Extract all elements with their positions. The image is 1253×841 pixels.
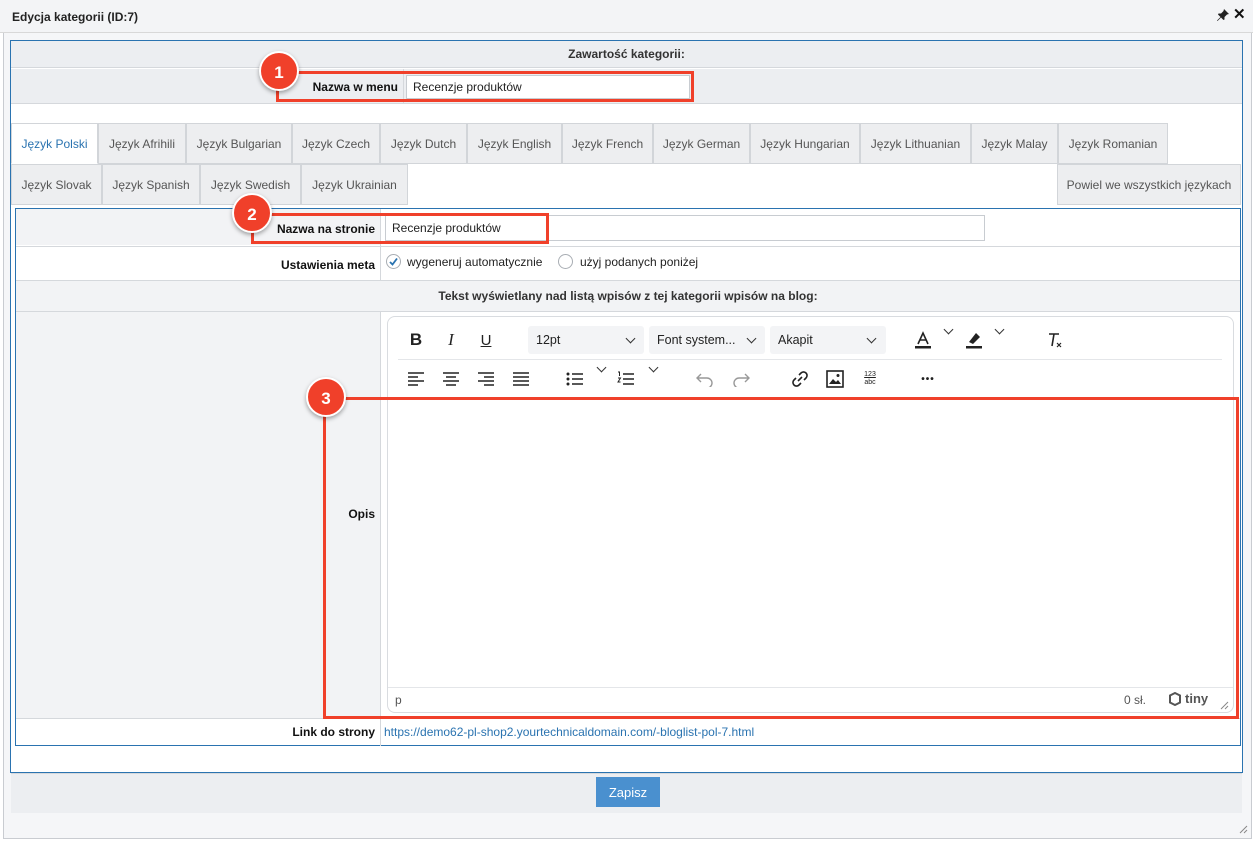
meta-manual-radio[interactable] [558, 254, 573, 269]
clear-formatting-icon [1049, 333, 1062, 348]
bold-icon: B [409, 330, 423, 349]
insert-link-button[interactable] [786, 366, 814, 392]
tab-jezyk-ukrainian[interactable]: Język Ukrainian [301, 164, 408, 205]
italic-button[interactable]: I [437, 327, 465, 353]
language-tabs: Język Polski Język Afrihili Język Bulgar… [11, 121, 1242, 205]
close-icon[interactable]: ✕ [1233, 7, 1246, 22]
redo-icon [733, 373, 750, 387]
annotation-badge-3: 3 [306, 377, 346, 417]
tab-jezyk-bulgarian[interactable]: Język Bulgarian [186, 123, 292, 164]
tab-jezyk-german[interactable]: Język German [653, 123, 750, 164]
section-header: Zawartość kategorii: [11, 41, 1242, 68]
dialog-resize-icon[interactable] [1238, 824, 1248, 834]
repeat-all-languages-tab[interactable]: Powiel we wszystkich językach [1057, 164, 1241, 205]
numbered-list-icon [617, 371, 634, 385]
numbered-list-button[interactable] [612, 366, 640, 392]
spellcheck-button[interactable]: 123 abc [856, 366, 884, 392]
meta-auto-label: wygeneruj automatycznie [407, 255, 543, 269]
tab-jezyk-lithuanian[interactable]: Język Lithuanian [860, 123, 971, 164]
annotation-box-2 [251, 213, 549, 244]
font-size-value: 12pt [536, 333, 561, 347]
bullet-list-button[interactable] [561, 366, 589, 392]
page-link[interactable]: https://demo62-pl-shop2.yourtechnicaldom… [384, 725, 754, 739]
page-link-label: Link do strony [292, 725, 375, 739]
spellcheck-icon-top: 123 [864, 371, 876, 378]
more-button[interactable]: ••• [914, 366, 942, 392]
font-family-value: Font system... [657, 333, 736, 347]
annotation-badge-1: 1 [259, 51, 299, 91]
justify-icon [513, 372, 529, 386]
dialog-title: Edycja kategorii (ID:7) [12, 10, 139, 24]
description-header: Tekst wyświetlany nad listą wpisów z tej… [438, 289, 818, 303]
text-color-icon [915, 331, 931, 349]
image-icon [826, 370, 844, 388]
redo-button[interactable] [727, 366, 755, 392]
block-format-value: Akapit [778, 333, 813, 347]
align-center-button[interactable] [437, 366, 465, 392]
tab-jezyk-afrihili[interactable]: Język Afrihili [98, 123, 186, 164]
bold-button[interactable]: B [402, 327, 430, 353]
align-left-button[interactable] [402, 366, 430, 392]
tab-jezyk-dutch[interactable]: Język Dutch [380, 123, 467, 164]
align-left-icon [408, 372, 424, 386]
highlight-color-button[interactable] [960, 327, 988, 353]
save-button[interactable]: Zapisz [596, 777, 660, 807]
tab-jezyk-czech[interactable]: Język Czech [292, 123, 380, 164]
clear-formatting-button[interactable] [1040, 327, 1068, 353]
meta-manual-label: użyj podanych poniżej [580, 255, 699, 269]
tab-jezyk-spanish[interactable]: Język Spanish [102, 164, 200, 205]
tab-jezyk-slovak[interactable]: Język Slovak [11, 164, 102, 205]
underline-icon: U [480, 331, 492, 349]
underline-button[interactable]: U [472, 327, 500, 353]
annotation-box-1 [276, 71, 694, 102]
insert-image-button[interactable] [821, 366, 849, 392]
spellcheck-icon-bottom: abc [864, 379, 876, 386]
align-right-button[interactable] [472, 366, 500, 392]
annotation-box-3 [323, 397, 1239, 719]
justify-button[interactable] [507, 366, 535, 392]
align-center-icon [443, 372, 459, 386]
highlighter-icon [966, 333, 982, 349]
meta-settings-label: Ustawienia meta [280, 258, 375, 272]
tab-jezyk-malay[interactable]: Język Malay [971, 123, 1058, 164]
undo-button[interactable] [691, 366, 719, 392]
align-right-icon [478, 372, 494, 386]
tab-jezyk-polski[interactable]: Język Polski [11, 123, 98, 164]
tab-jezyk-romanian[interactable]: Język Romanian [1058, 123, 1168, 164]
pin-icon[interactable] [1216, 8, 1230, 22]
tab-jezyk-hungarian[interactable]: Język Hungarian [750, 123, 860, 164]
undo-icon [696, 373, 713, 387]
text-color-button[interactable] [909, 327, 937, 353]
tab-jezyk-french[interactable]: Język French [562, 123, 653, 164]
meta-auto-radio[interactable] [386, 254, 401, 269]
italic-icon: I [448, 330, 454, 349]
title-bar: Edycja kategorii (ID:7) ✕ [0, 0, 1253, 33]
tab-jezyk-english[interactable]: Język English [467, 123, 562, 164]
bullet-list-icon [566, 372, 583, 386]
link-icon [792, 371, 808, 387]
annotation-badge-2: 2 [232, 193, 272, 233]
more-icon: ••• [921, 373, 935, 385]
